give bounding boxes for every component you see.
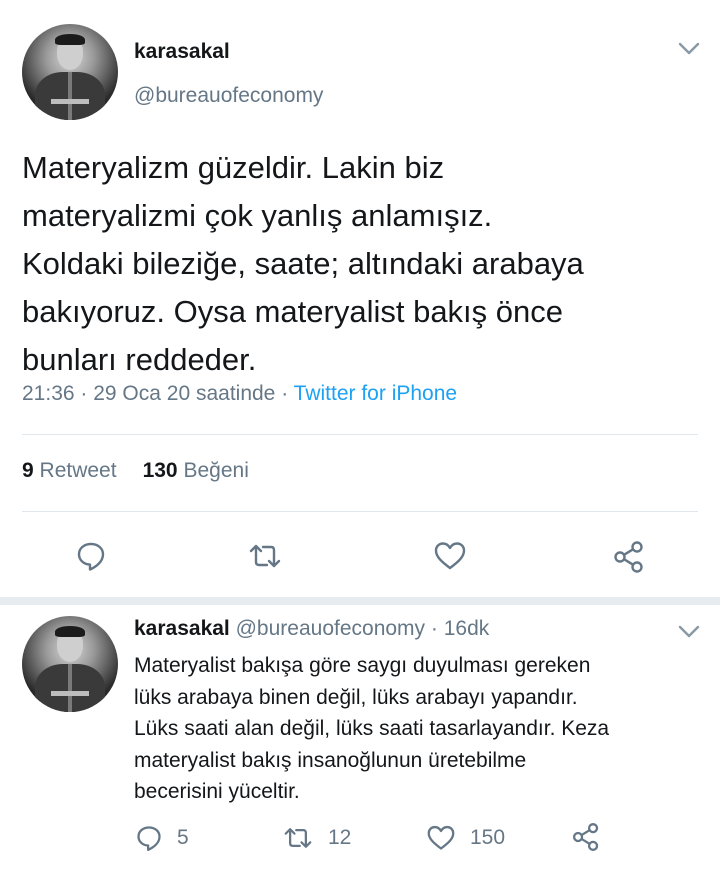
reply-text: Materyalist bakışa göre saygı duyulması … bbox=[134, 650, 704, 808]
retweet-stat[interactable]: 9 Retweet bbox=[22, 459, 117, 482]
reply-text-line: Materyalist bakışa göre saygı duyulması … bbox=[134, 654, 591, 677]
author-name[interactable]: karasakal bbox=[134, 40, 230, 64]
retweet-label: Retweet bbox=[39, 459, 117, 482]
share-icon bbox=[614, 541, 643, 573]
comment-icon bbox=[137, 826, 161, 851]
tweet-date: 29 Oca 20 saatinde bbox=[93, 382, 276, 405]
reply-separator: · bbox=[425, 617, 444, 640]
tweet-text-line: bunları reddeder. bbox=[22, 342, 257, 377]
chevron-down-icon[interactable] bbox=[678, 625, 700, 639]
reply-text-line: lüks arabaya binen değil, lüks arabayı y… bbox=[134, 685, 578, 709]
share-button[interactable] bbox=[612, 540, 646, 574]
reply-header: karasakal @bureauofeconomy · 16dk bbox=[134, 617, 489, 641]
retweet-icon bbox=[249, 544, 281, 568]
meta-separator: · bbox=[275, 382, 294, 405]
reply-author-avatar[interactable] bbox=[22, 616, 118, 712]
tweet-text: Materyalizm güzeldir. Lakin biz materyal… bbox=[22, 144, 702, 384]
retweet-count: 9 bbox=[22, 459, 34, 482]
tweet-time: 21:36 bbox=[22, 382, 75, 405]
comment-icon bbox=[77, 542, 105, 571]
divider bbox=[22, 434, 698, 435]
section-divider bbox=[0, 597, 720, 605]
like-stat[interactable]: 130 Beğeni bbox=[143, 459, 249, 482]
heart-icon bbox=[434, 542, 466, 570]
tweet-text-line: Koldaki bileziğe, saate; altındaki araba… bbox=[22, 246, 584, 281]
reply-author-handle[interactable]: @bureauofeconomy bbox=[236, 617, 425, 640]
reply-reply-button[interactable]: 5 bbox=[135, 824, 189, 852]
reply-retweet-button[interactable]: 12 bbox=[282, 824, 351, 852]
chevron-down-icon[interactable] bbox=[678, 42, 700, 56]
author-avatar[interactable] bbox=[22, 24, 118, 120]
reply-like-button[interactable]: 150 bbox=[426, 824, 505, 852]
meta-separator: · bbox=[74, 382, 94, 405]
reply-like-count: 150 bbox=[470, 826, 506, 849]
author-handle[interactable]: @bureauofeconomy bbox=[134, 84, 323, 108]
tweet-text-line: materyalizmi çok yanlış anlamışız. bbox=[22, 198, 493, 233]
reply-share-button[interactable] bbox=[571, 822, 601, 852]
tweet-meta: 21:36 · 29 Oca 20 saatinde · Twitter for… bbox=[22, 382, 457, 406]
share-icon bbox=[572, 823, 599, 851]
retweet-button[interactable] bbox=[247, 540, 283, 572]
reply-text-line: Lüks saati alan değil, lüks saati tasarl… bbox=[134, 717, 610, 740]
tweet-text-line: Materyalizm güzeldir. Lakin biz bbox=[22, 150, 445, 185]
retweet-icon bbox=[284, 828, 312, 848]
reply-author-name[interactable]: karasakal bbox=[134, 617, 230, 640]
reply-age: 16dk bbox=[443, 617, 490, 640]
tweet-source-link[interactable]: Twitter for iPhone bbox=[294, 382, 457, 405]
reply-count: 5 bbox=[177, 826, 189, 849]
reply-retweet-count: 12 bbox=[328, 826, 352, 849]
reply-text-line: becerisini yüceltir. bbox=[134, 780, 300, 803]
like-button[interactable] bbox=[433, 540, 467, 572]
reply-button[interactable] bbox=[75, 540, 107, 572]
heart-icon bbox=[427, 825, 455, 850]
divider bbox=[22, 511, 698, 512]
reply-text-line: materyalist bakış insanoğlunun üretebilm… bbox=[134, 748, 527, 772]
tweet-stats: 9 Retweet 130 Beğeni bbox=[22, 459, 249, 483]
like-label: Beğeni bbox=[183, 459, 249, 482]
like-count: 130 bbox=[142, 459, 178, 482]
tweet-text-line: bakıyoruz. Oysa materyalist bakış önce bbox=[22, 294, 564, 329]
